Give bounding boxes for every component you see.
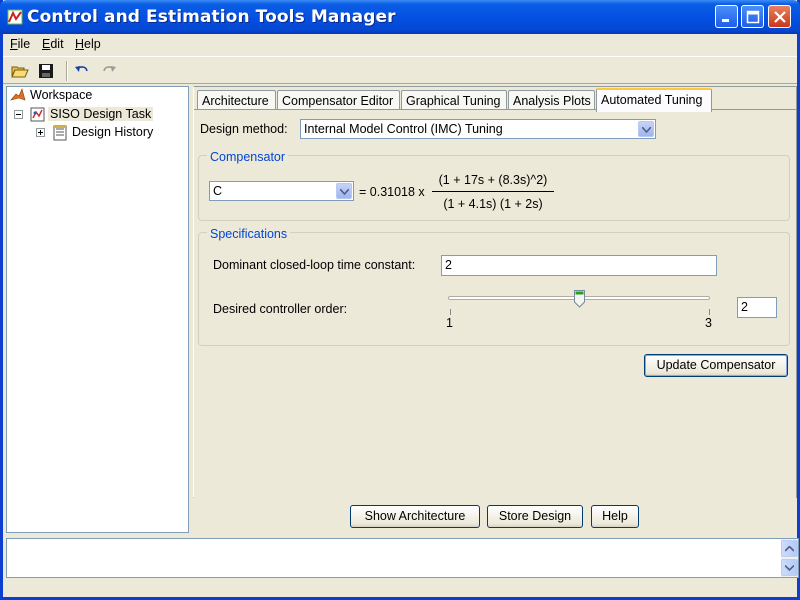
message-scrollbar[interactable] — [781, 539, 798, 577]
scroll-down-icon[interactable] — [781, 559, 798, 576]
tree-label-design-history: Design History — [72, 125, 154, 139]
scroll-up-icon[interactable] — [781, 540, 798, 557]
dropdown-arrow-icon[interactable] — [336, 183, 352, 199]
toolbar-separator — [66, 61, 68, 81]
redo-icon[interactable] — [98, 60, 120, 82]
maximize-button[interactable] — [741, 5, 764, 28]
title-bar[interactable]: Control and Estimation Tools Manager — [0, 0, 800, 34]
siso-task-icon — [30, 107, 46, 126]
compensator-group-title: Compensator — [207, 150, 289, 164]
design-method-label: Design method: — [200, 122, 288, 136]
time-constant-label: Dominant closed-loop time constant: — [213, 258, 416, 272]
controller-order-value: 2 — [741, 300, 748, 314]
main-window: Control and Estimation Tools Manager Fil… — [0, 0, 800, 600]
automated-tuning-page: Design method: Internal Model Control (I… — [194, 109, 796, 498]
toolbar — [3, 56, 797, 84]
slider-tick-min — [450, 309, 451, 315]
tab-compensator-editor[interactable]: Compensator Editor — [277, 90, 400, 111]
tab-analysis-plots[interactable]: Analysis Plots — [508, 90, 595, 111]
controller-order-input[interactable]: 2 — [737, 297, 777, 318]
undo-icon[interactable] — [71, 60, 93, 82]
compensator-select-value: C — [213, 184, 223, 198]
tab-automated-tuning[interactable]: Automated Tuning — [596, 88, 712, 112]
design-method-select[interactable]: Internal Model Control (IMC) Tuning — [300, 119, 656, 139]
open-folder-icon[interactable] — [8, 60, 30, 82]
menu-file[interactable]: File — [10, 37, 30, 51]
compensator-denominator: (1 + 4.1s) (1 + 2s) — [443, 197, 543, 211]
time-constant-input[interactable]: 2 — [441, 255, 717, 276]
menu-edit[interactable]: Edit — [42, 37, 64, 51]
compensator-gain: = 0.31018 x — [359, 185, 425, 199]
dropdown-arrow-icon[interactable] — [638, 121, 654, 137]
tab-architecture[interactable]: Architecture — [197, 90, 276, 111]
help-button[interactable]: Help — [591, 505, 639, 528]
fraction-bar — [432, 191, 554, 192]
close-button[interactable] — [768, 5, 791, 28]
compensator-numerator: (1 + 17s + (8.3s)^2) — [438, 173, 548, 187]
tree-label-workspace: Workspace — [30, 88, 93, 102]
expand-icon[interactable] — [36, 128, 45, 137]
tree-label-siso-task: SISO Design Task — [48, 107, 154, 121]
slider-tick-max — [709, 309, 710, 315]
bottom-button-bar: Show Architecture Store Design Help — [6, 500, 797, 534]
menu-bar: File Edit Help — [3, 34, 797, 55]
message-area[interactable] — [6, 538, 799, 578]
time-constant-value: 2 — [445, 258, 452, 272]
slider-min-label: 1 — [446, 316, 453, 330]
controller-order-slider[interactable]: 1 3 — [446, 288, 714, 334]
save-icon[interactable] — [35, 60, 57, 82]
window-title: Control and Estimation Tools Manager — [27, 7, 396, 27]
design-history-icon — [52, 125, 68, 144]
slider-max-label: 3 — [705, 316, 712, 330]
compensator-select[interactable]: C — [209, 181, 354, 201]
slider-thumb[interactable] — [574, 290, 585, 308]
controller-order-label: Desired controller order: — [213, 302, 348, 316]
tab-graphical-tuning[interactable]: Graphical Tuning — [401, 90, 507, 111]
matlab-logo-icon — [10, 88, 26, 107]
collapse-icon[interactable] — [14, 110, 23, 119]
workspace-tree[interactable]: Workspace SISO Design Task Design Histor… — [6, 86, 189, 533]
store-design-button[interactable]: Store Design — [487, 505, 583, 528]
minimize-button[interactable] — [715, 5, 738, 28]
menu-help[interactable]: Help — [75, 37, 101, 51]
design-method-value: Internal Model Control (IMC) Tuning — [304, 122, 503, 136]
task-panel: Architecture Compensator Editor Graphica… — [193, 86, 797, 498]
specifications-group-title: Specifications — [207, 227, 291, 241]
show-architecture-button[interactable]: Show Architecture — [350, 505, 480, 528]
matlab-app-icon — [7, 9, 23, 25]
update-compensator-button[interactable]: Update Compensator — [644, 354, 788, 377]
